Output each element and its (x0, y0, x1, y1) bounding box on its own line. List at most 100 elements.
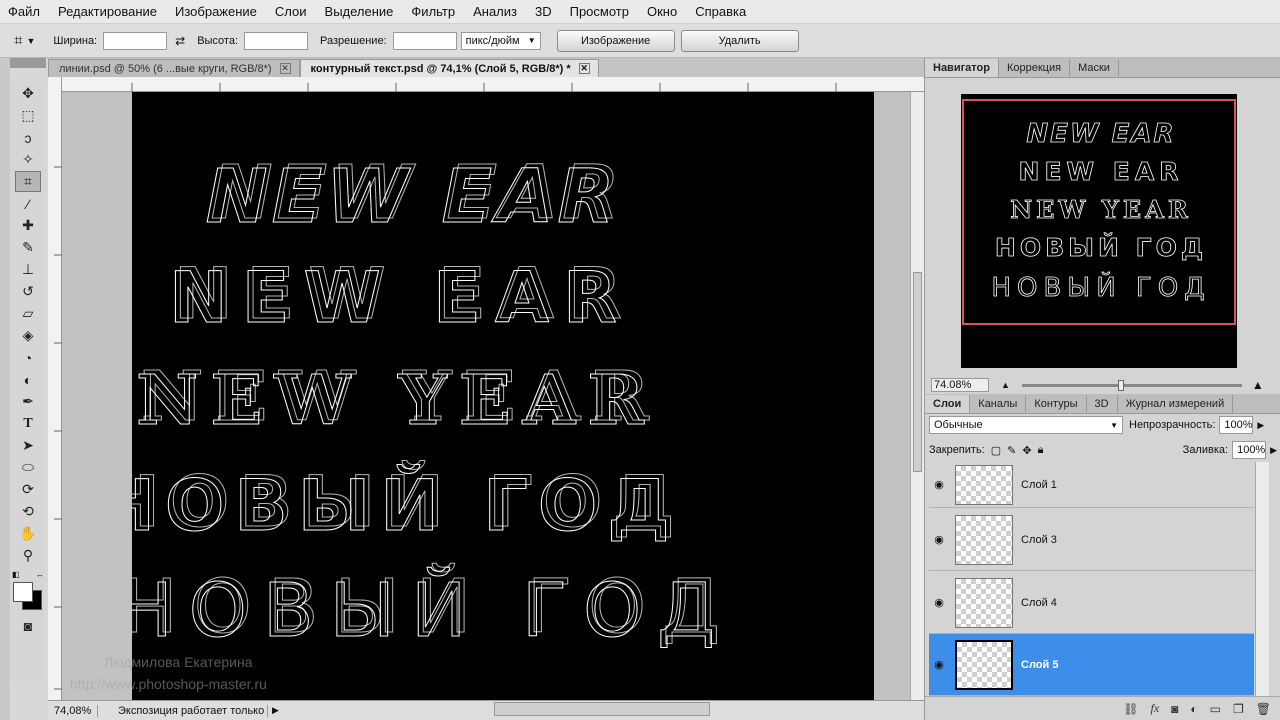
document-canvas[interactable]: NEW EAR NEW EAR NEW EAR NEW EAR NEW YEAR… (132, 92, 874, 700)
color-swatches[interactable]: ◧ ↔ (10, 570, 46, 614)
tab-layers[interactable]: Слои (925, 395, 971, 413)
zoom-in-icon[interactable]: ▲ (1252, 378, 1264, 392)
crop-tool-icon[interactable]: ⌗ (15, 171, 41, 192)
menu-image[interactable]: Изображение (175, 4, 257, 19)
opacity-field[interactable]: 100% (1219, 416, 1254, 434)
tab-adjustments[interactable]: Коррекция (999, 59, 1071, 77)
scroll-thumb[interactable] (913, 272, 922, 472)
lock-transparency-icon[interactable]: ▢ (991, 444, 1001, 457)
crop-tool-preset-icon[interactable]: ⌗ (14, 32, 22, 49)
adjustment-layer-icon[interactable]: ◐ (1190, 702, 1197, 716)
layer-row-selected[interactable]: ◉ Слой 5 (929, 634, 1254, 696)
lock-all-icon[interactable]: 🔒︎ (1038, 444, 1044, 457)
3d-orbit-tool-icon[interactable]: ⟲ (15, 501, 41, 522)
chevron-down-icon[interactable]: ▼ (26, 36, 35, 46)
layer-row[interactable]: ◉ Слой 4 (929, 572, 1254, 634)
play-icon[interactable]: ▶ (272, 705, 279, 716)
type-tool-icon[interactable]: T (15, 413, 41, 434)
tab-navigator[interactable]: Навигатор (925, 59, 999, 77)
tab-channels[interactable]: Каналы (970, 395, 1027, 413)
menu-file[interactable]: Файл (8, 4, 40, 19)
zoom-slider-thumb[interactable] (1117, 379, 1124, 391)
layer-thumbnail[interactable] (955, 464, 1013, 505)
healing-brush-tool-icon[interactable]: ✚ (15, 215, 41, 236)
dodge-tool-icon[interactable]: ◐ (15, 369, 41, 390)
layer-thumbnail[interactable] (955, 514, 1013, 565)
visibility-eye-icon[interactable]: ◉ (929, 533, 949, 546)
canvas-horizontal-scrollbar[interactable] (494, 702, 710, 716)
menu-layers[interactable]: Слои (275, 4, 307, 19)
lock-pixels-icon[interactable]: ✎ (1007, 444, 1016, 457)
visibility-eye-icon[interactable]: ◉ (929, 478, 949, 491)
menu-analysis[interactable]: Анализ (473, 4, 517, 19)
layer-name[interactable]: Слой 5 (1021, 659, 1058, 671)
layer-style-icon[interactable]: fx (1150, 701, 1159, 716)
lasso-tool-icon[interactable]: ↄ (15, 127, 41, 148)
history-brush-tool-icon[interactable]: ↺ (15, 281, 41, 302)
units-select[interactable]: пикс/дюйм ▼ (460, 31, 541, 50)
visibility-eye-icon[interactable]: ◉ (929, 596, 949, 609)
canvas-area[interactable]: NEW EAR NEW EAR NEW EAR NEW EAR NEW YEAR… (62, 92, 910, 700)
brush-tool-icon[interactable]: ✎ (15, 237, 41, 258)
zoom-readout[interactable]: 74,08% (48, 704, 98, 717)
close-icon[interactable]: ✕ (279, 63, 291, 74)
menu-3d[interactable]: 3D (535, 4, 552, 19)
layer-thumbnail[interactable] (955, 639, 1013, 690)
layer-thumbnail[interactable] (955, 577, 1013, 628)
menu-edit[interactable]: Редактирование (58, 4, 157, 19)
menu-view[interactable]: Просмотр (570, 4, 629, 19)
blur-tool-icon[interactable]: ◔ (15, 347, 41, 368)
status-info[interactable]: Экспозиция работает только в ... (98, 704, 268, 717)
lock-position-icon[interactable]: ✥ (1022, 444, 1031, 457)
default-colors-icon[interactable]: ◧ (12, 570, 20, 579)
navigator-preview[interactable]: NEW EAR NEW EAR NEW YEAR НОВЫЙ ГОД НОВЫЙ… (961, 94, 1237, 368)
marquee-tool-icon[interactable]: ⬚ (15, 105, 41, 126)
resolution-field[interactable] (392, 31, 457, 50)
layer-row[interactable]: ◉ Слой 3 (929, 509, 1254, 571)
hand-tool-icon[interactable]: ✋ (15, 523, 41, 544)
delete-layer-icon[interactable]: 🗑︎ (1256, 702, 1271, 716)
tab-3d[interactable]: 3D (1087, 395, 1118, 413)
layer-name[interactable]: Слой 3 (1021, 534, 1057, 546)
magic-wand-tool-icon[interactable]: ✧ (15, 149, 41, 170)
layers-scrollbar[interactable] (1255, 462, 1269, 696)
visibility-eye-icon[interactable]: ◉ (929, 658, 949, 671)
eyedropper-tool-icon[interactable]: ⁄ (15, 193, 41, 214)
eraser-tool-icon[interactable]: ▱ (15, 303, 41, 324)
height-field[interactable] (244, 31, 309, 50)
tab-lines-document[interactable]: линии.psd @ 50% (6 ...вые круги, RGB/8*)… (48, 59, 300, 77)
front-image-button[interactable]: Изображение (556, 29, 675, 52)
tab-paths[interactable]: Контуры (1026, 395, 1087, 413)
stamp-tool-icon[interactable]: ⊥ (15, 259, 41, 280)
foreground-color-swatch[interactable] (13, 582, 33, 602)
fill-field[interactable]: 100% (1232, 441, 1267, 459)
paint-bucket-tool-icon[interactable]: ◈ (15, 325, 41, 346)
swap-dimensions-icon[interactable]: ⇄ (175, 34, 185, 48)
chevron-right-icon[interactable]: ▶ (1270, 445, 1277, 456)
shape-tool-icon[interactable]: ⬭ (15, 457, 41, 478)
tab-masks[interactable]: Маски (1070, 59, 1119, 77)
link-layers-icon[interactable]: ⛓ (1123, 702, 1138, 716)
move-tool-icon[interactable]: ✥ (15, 83, 41, 104)
new-layer-icon[interactable]: ❐ (1233, 702, 1244, 716)
navigator-zoom-value[interactable]: 74.08% (931, 378, 989, 392)
canvas-vertical-scrollbar[interactable] (910, 92, 924, 700)
menu-filter[interactable]: Фильтр (411, 4, 455, 19)
close-icon[interactable]: ✕ (578, 63, 590, 74)
swap-colors-icon[interactable]: ↔ (36, 570, 44, 579)
quick-mask-icon[interactable]: ◙ (15, 615, 41, 636)
layer-name[interactable]: Слой 4 (1021, 597, 1057, 609)
zoom-slider[interactable] (1021, 379, 1242, 391)
chevron-right-icon[interactable]: ▶ (1257, 420, 1264, 431)
tab-outline-text-document[interactable]: контурный текст.psd @ 74,1% (Слой 5, RGB… (299, 59, 599, 77)
vertical-ruler[interactable] (48, 77, 62, 700)
layer-row[interactable]: ◉ Слой 1 (929, 462, 1254, 508)
path-selection-tool-icon[interactable]: ➤ (15, 435, 41, 456)
tab-measurement-log[interactable]: Журнал измерений (1118, 395, 1234, 413)
width-field[interactable] (103, 31, 168, 50)
layer-name[interactable]: Слой 1 (1021, 479, 1057, 491)
new-group-icon[interactable]: ▭ (1210, 702, 1221, 716)
menu-window[interactable]: Окно (647, 4, 677, 19)
add-mask-icon[interactable]: ◙ (1171, 702, 1178, 716)
menu-help[interactable]: Справка (695, 4, 746, 19)
